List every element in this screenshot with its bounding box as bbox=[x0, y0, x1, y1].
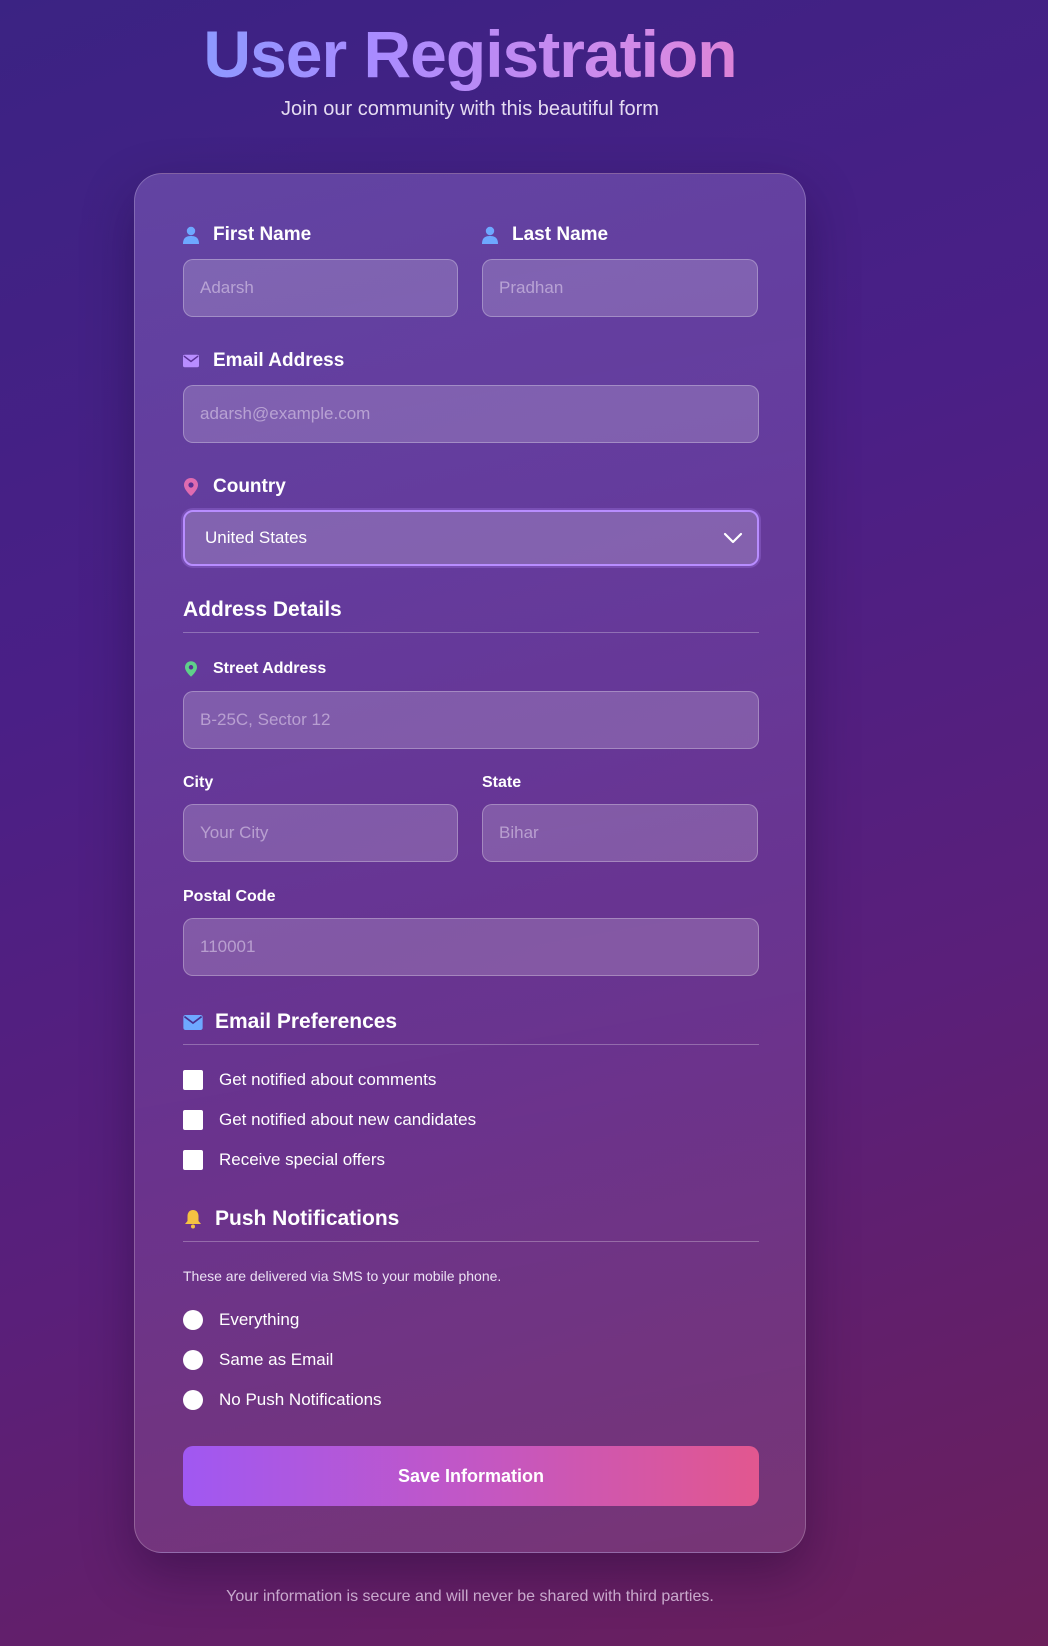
first-name-label-text: First Name bbox=[213, 224, 312, 245]
push-notifications-title: Push Notifications bbox=[183, 1207, 399, 1231]
radio-button[interactable] bbox=[183, 1310, 203, 1330]
country-select-value: United States bbox=[205, 528, 308, 547]
push-notifications-title-text: Push Notifications bbox=[215, 1207, 400, 1230]
postal-code-label-text: Postal Code bbox=[183, 888, 276, 905]
divider bbox=[183, 1241, 759, 1242]
checkbox[interactable] bbox=[183, 1070, 203, 1090]
email-label-text: Email Address bbox=[213, 350, 345, 371]
street-address-input[interactable] bbox=[183, 691, 759, 749]
security-note: Your information is secure and will neve… bbox=[226, 1588, 714, 1605]
country-label-text: Country bbox=[213, 476, 286, 497]
push-option-same-as-email[interactable]: Same as Email bbox=[183, 1350, 333, 1370]
email-pref-offers-label: Receive special offers bbox=[219, 1150, 385, 1169]
state-input[interactable] bbox=[482, 804, 758, 862]
push-option-same-as-email-label: Same as Email bbox=[219, 1350, 334, 1369]
bell-icon bbox=[183, 1209, 203, 1229]
state-label-text: State bbox=[482, 774, 522, 791]
push-option-none-label: No Push Notifications bbox=[219, 1390, 382, 1409]
email-label: Email Address bbox=[183, 350, 344, 372]
push-helper-text: These are delivered via SMS to your mobi… bbox=[183, 1268, 502, 1284]
checkbox[interactable] bbox=[183, 1150, 203, 1170]
email-pref-offers[interactable]: Receive special offers bbox=[183, 1150, 385, 1170]
email-input[interactable] bbox=[183, 385, 759, 443]
postal-code-label: Postal Code bbox=[183, 888, 275, 906]
email-preferences-title-text: Email Preferences bbox=[215, 1010, 398, 1033]
envelope-icon bbox=[183, 352, 199, 370]
envelope-icon bbox=[183, 1012, 203, 1032]
user-icon bbox=[482, 226, 498, 244]
address-details-title: Address Details bbox=[183, 598, 342, 622]
city-label-text: City bbox=[183, 774, 214, 791]
email-pref-comments[interactable]: Get notified about comments bbox=[183, 1070, 436, 1090]
first-name-label: First Name bbox=[183, 224, 311, 246]
divider bbox=[183, 1044, 759, 1045]
radio-button[interactable] bbox=[183, 1390, 203, 1410]
save-information-button[interactable]: Save Information bbox=[183, 1446, 759, 1506]
last-name-label-text: Last Name bbox=[512, 224, 609, 245]
push-option-none[interactable]: No Push Notifications bbox=[183, 1390, 382, 1410]
page-subtitle: Join our community with this beautiful f… bbox=[281, 98, 659, 120]
street-address-label: Street Address bbox=[183, 660, 326, 678]
map-pin-icon bbox=[183, 660, 199, 678]
registration-form-card: First Name Last Name Email Address Count… bbox=[134, 173, 806, 1553]
email-pref-candidates-label: Get notified about new candidates bbox=[219, 1110, 477, 1129]
state-label: State bbox=[482, 774, 521, 792]
email-preferences-title: Email Preferences bbox=[183, 1010, 397, 1034]
street-address-label-text: Street Address bbox=[213, 660, 327, 677]
first-name-input[interactable] bbox=[183, 259, 458, 317]
country-label: Country bbox=[183, 476, 286, 498]
page-title: User Registration bbox=[0, 14, 940, 94]
user-icon bbox=[183, 226, 199, 244]
radio-button[interactable] bbox=[183, 1350, 203, 1370]
divider bbox=[183, 632, 759, 633]
checkbox[interactable] bbox=[183, 1110, 203, 1130]
address-details-title-text: Address Details bbox=[183, 598, 342, 621]
last-name-input[interactable] bbox=[482, 259, 758, 317]
country-select[interactable]: United States bbox=[183, 510, 759, 566]
chevron-down-icon bbox=[723, 528, 743, 553]
city-label: City bbox=[183, 774, 213, 792]
email-pref-candidates[interactable]: Get notified about new candidates bbox=[183, 1110, 476, 1130]
postal-code-input[interactable] bbox=[183, 918, 759, 976]
email-pref-comments-label: Get notified about comments bbox=[219, 1070, 437, 1089]
last-name-label: Last Name bbox=[482, 224, 608, 246]
push-option-everything[interactable]: Everything bbox=[183, 1310, 299, 1330]
map-pin-icon bbox=[183, 478, 199, 496]
push-option-everything-label: Everything bbox=[219, 1310, 300, 1329]
city-input[interactable] bbox=[183, 804, 458, 862]
